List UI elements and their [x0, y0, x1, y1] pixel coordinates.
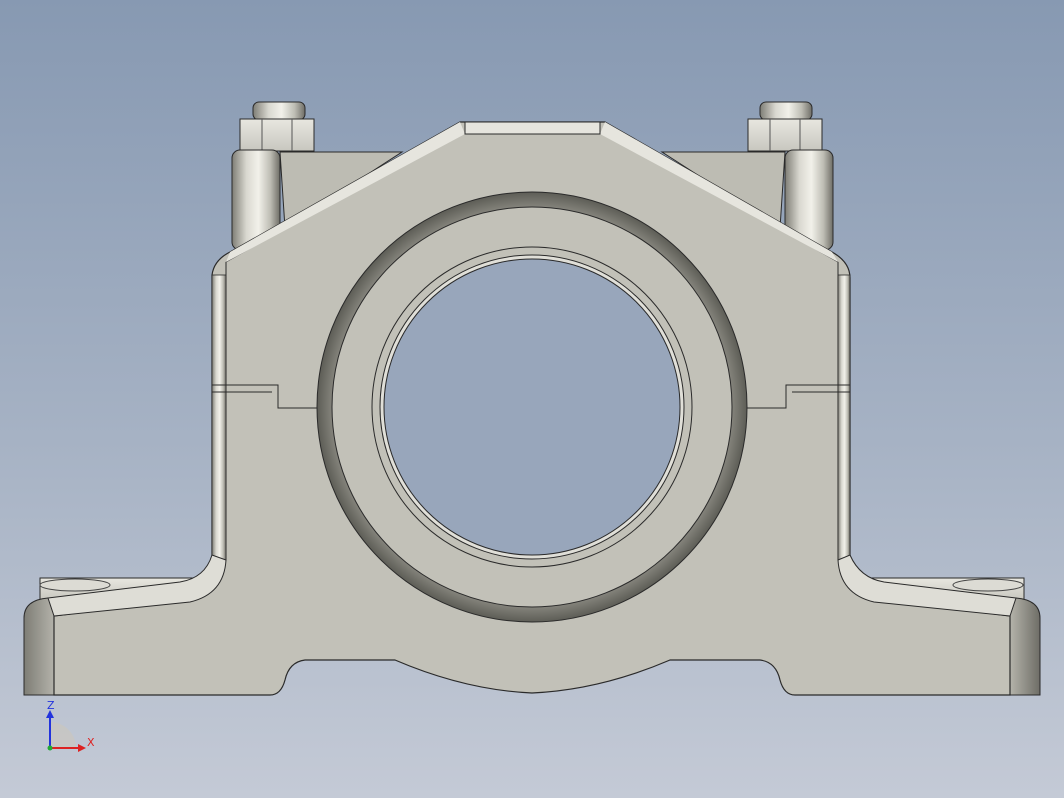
shaft-bore — [383, 258, 681, 556]
right-side-fillet — [837, 274, 851, 561]
x-axis-label: X — [87, 736, 95, 749]
y-axis-dot-icon — [47, 745, 53, 751]
z-axis-label: Z — [47, 699, 55, 712]
graphics-viewport[interactable]: Z X — [0, 0, 1064, 798]
triad-quadrant — [50, 722, 76, 748]
axis-triad[interactable]: Z X — [40, 698, 100, 758]
left-side-fillet — [211, 274, 227, 561]
x-arrow-icon — [78, 744, 86, 752]
cap-top-flat — [464, 121, 601, 135]
3d-model-view[interactable] — [0, 0, 1064, 798]
